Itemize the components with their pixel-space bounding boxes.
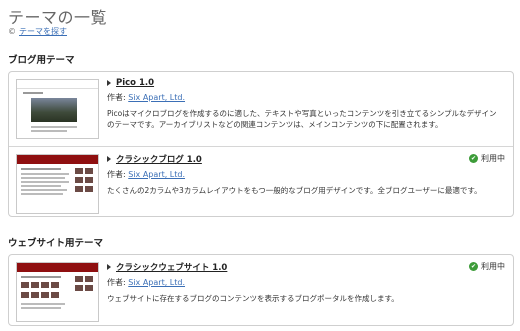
thumbnail-text-line [21,307,61,309]
thumbnail-tile [51,282,59,288]
theme-info-pico: Pico 1.0 作者: Six Apart, Ltd. Picoはマイクロブロ… [107,78,503,130]
expand-arrow-icon[interactable] [107,156,111,162]
find-themes-link[interactable]: テーマを探す [19,26,67,37]
thumbnail-text-line [21,177,65,179]
thumbnail-tile [41,292,49,298]
thumbnail-tile [31,282,39,288]
thumbnail-title-line [23,92,43,94]
theme-author: 作者: Six Apart, Ltd. [107,92,503,103]
thumbnail-text-line [21,303,65,305]
thumbnail-tile [31,292,39,298]
author-prefix: 作者: [107,278,126,287]
theme-thumbnail-classic-website[interactable] [16,262,99,322]
thumbnail-tile [85,177,93,183]
author-link[interactable]: Six Apart, Ltd. [128,278,185,287]
thumbnail-tile [21,282,29,288]
theme-info-classic-website: クラシックウェブサイト 1.0 作者: Six Apart, Ltd. ウェブサ… [107,261,503,304]
thumbnail-text-line [21,185,61,187]
thumbnail-text-line [21,193,63,195]
thumbnail-text-line [31,126,77,128]
expand-arrow-icon[interactable] [107,80,111,86]
thumbnail-tile [85,168,93,174]
author-link[interactable]: Six Apart, Ltd. [128,93,185,102]
blog-themes-list: Pico 1.0 作者: Six Apart, Ltd. Picoはマイクロブロ… [8,71,514,217]
theme-item-classic-blog: クラシックブログ 1.0 作者: Six Apart, Ltd. たくさんの2カ… [9,146,513,216]
thumbnail-tile [85,186,93,192]
thumbnail-tile [75,177,83,183]
thumbnail-header [17,155,98,164]
thumbnail-tile [75,168,83,174]
blog-themes-heading: ブログ用テーマ [8,55,75,66]
thumbnail-tile [85,285,93,291]
in-use-label: 利用中 [481,154,505,163]
find-themes-row: © テーマを探す [8,26,67,37]
theme-item-classic-website: クラシックウェブサイト 1.0 作者: Six Apart, Ltd. ウェブサ… [9,255,513,325]
in-use-label: 利用中 [481,262,505,271]
thumbnail-tile [75,276,83,282]
theme-name-link[interactable]: クラシックウェブサイト 1.0 [116,261,227,273]
check-circle-icon: ✔ [469,154,478,163]
page-title: テーマの一覧 [8,8,108,27]
theme-author: 作者: Six Apart, Ltd. [107,277,503,288]
thumbnail-tile [51,292,59,298]
find-themes-icon: © [8,27,16,36]
website-themes-heading: ウェブサイト用テーマ [8,238,104,249]
author-prefix: 作者: [107,93,126,102]
theme-name-link[interactable]: Pico 1.0 [116,78,154,88]
theme-name-link[interactable]: クラシックブログ 1.0 [116,153,202,165]
thumbnail-text-line [21,168,61,170]
theme-thumbnail-classic-blog[interactable] [16,154,99,214]
thumbnail-text-line [31,130,67,132]
theme-description: たくさんの2カラムや3カラムレイアウトをもつ一般的なブログ用デザインです。全ブロ… [107,186,482,195]
theme-info-classic-blog: クラシックブログ 1.0 作者: Six Apart, Ltd. たくさんの2カ… [107,153,503,196]
theme-item-pico: Pico 1.0 作者: Six Apart, Ltd. Picoはマイクロブロ… [9,72,513,146]
author-prefix: 作者: [107,170,126,179]
in-use-status: ✔ 利用中 [469,261,505,272]
thumbnail-photo [31,98,77,122]
thumbnail-tile [75,186,83,192]
thumbnail-tile [21,292,29,298]
theme-description: ウェブサイトに存在するブログのコンテンツを表示するブログポータルを作成します。 [107,294,399,303]
theme-description: Picoはマイクロブログを作成するのに適した、テキストや写真といったコンテンツを… [107,109,497,129]
thumbnail-text-line [21,181,69,183]
in-use-status: ✔ 利用中 [469,153,505,164]
expand-arrow-icon[interactable] [107,264,111,270]
thumbnail-text-line [21,276,61,278]
theme-author: 作者: Six Apart, Ltd. [107,169,503,180]
theme-thumbnail-pico[interactable] [16,79,99,139]
thumbnail-tile [41,282,49,288]
thumbnail-header [17,80,98,89]
author-link[interactable]: Six Apart, Ltd. [128,170,185,179]
thumbnail-text-line [21,189,67,191]
thumbnail-tile [75,285,83,291]
check-circle-icon: ✔ [469,262,478,271]
website-themes-list: クラシックウェブサイト 1.0 作者: Six Apart, Ltd. ウェブサ… [8,254,514,326]
thumbnail-header [17,263,98,272]
thumbnail-text-line [21,173,69,175]
thumbnail-tile [85,276,93,282]
